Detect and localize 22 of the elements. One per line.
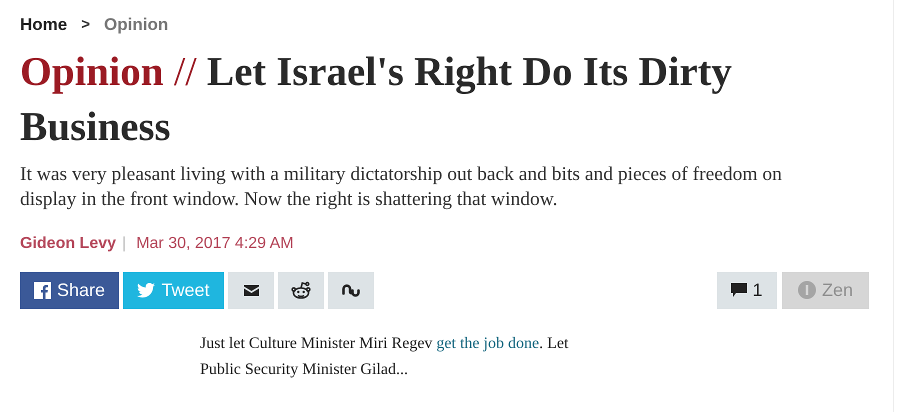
info-icon: [798, 281, 816, 299]
article-headline: Opinion // Let Israel's Right Do Its Dirty Business: [20, 46, 733, 150]
breadcrumb-link[interactable]: Home: [20, 12, 68, 38]
article-body: Just let Culture Minister Miri Regev get the job done. Let Public Security Minister Gilad...: [200, 334, 570, 380]
speech-bubble-icon: [731, 282, 748, 298]
publish-date: Mar 30, 2017 4:29 AM: [136, 234, 294, 254]
byline-separator: |: [122, 234, 126, 254]
article-link[interactable]: get the job done: [436, 334, 540, 352]
stumbleupon-button[interactable]: [328, 272, 374, 308]
breadcrumb-link[interactable]: Opinion: [104, 12, 168, 38]
envelope-icon: [244, 284, 258, 296]
facebook-icon: [34, 282, 51, 298]
facebook-share-button[interactable]: Share: [20, 272, 119, 308]
comments-button[interactable]: 1: [717, 272, 777, 308]
author-link[interactable]: Gideon Levy: [20, 232, 116, 256]
breadcrumb-separator: >: [81, 14, 90, 34]
bird-icon: [137, 282, 156, 298]
alien-icon: [291, 281, 311, 299]
stumble-icon: [342, 284, 360, 296]
email-button[interactable]: [228, 272, 274, 308]
article-subtitle: It was very pleasant living with a military dictatorship out back and bits and pieces of freedom on display in the front window. Now the right is shattering that window.: [20, 162, 783, 212]
reddit-button[interactable]: [278, 272, 324, 308]
